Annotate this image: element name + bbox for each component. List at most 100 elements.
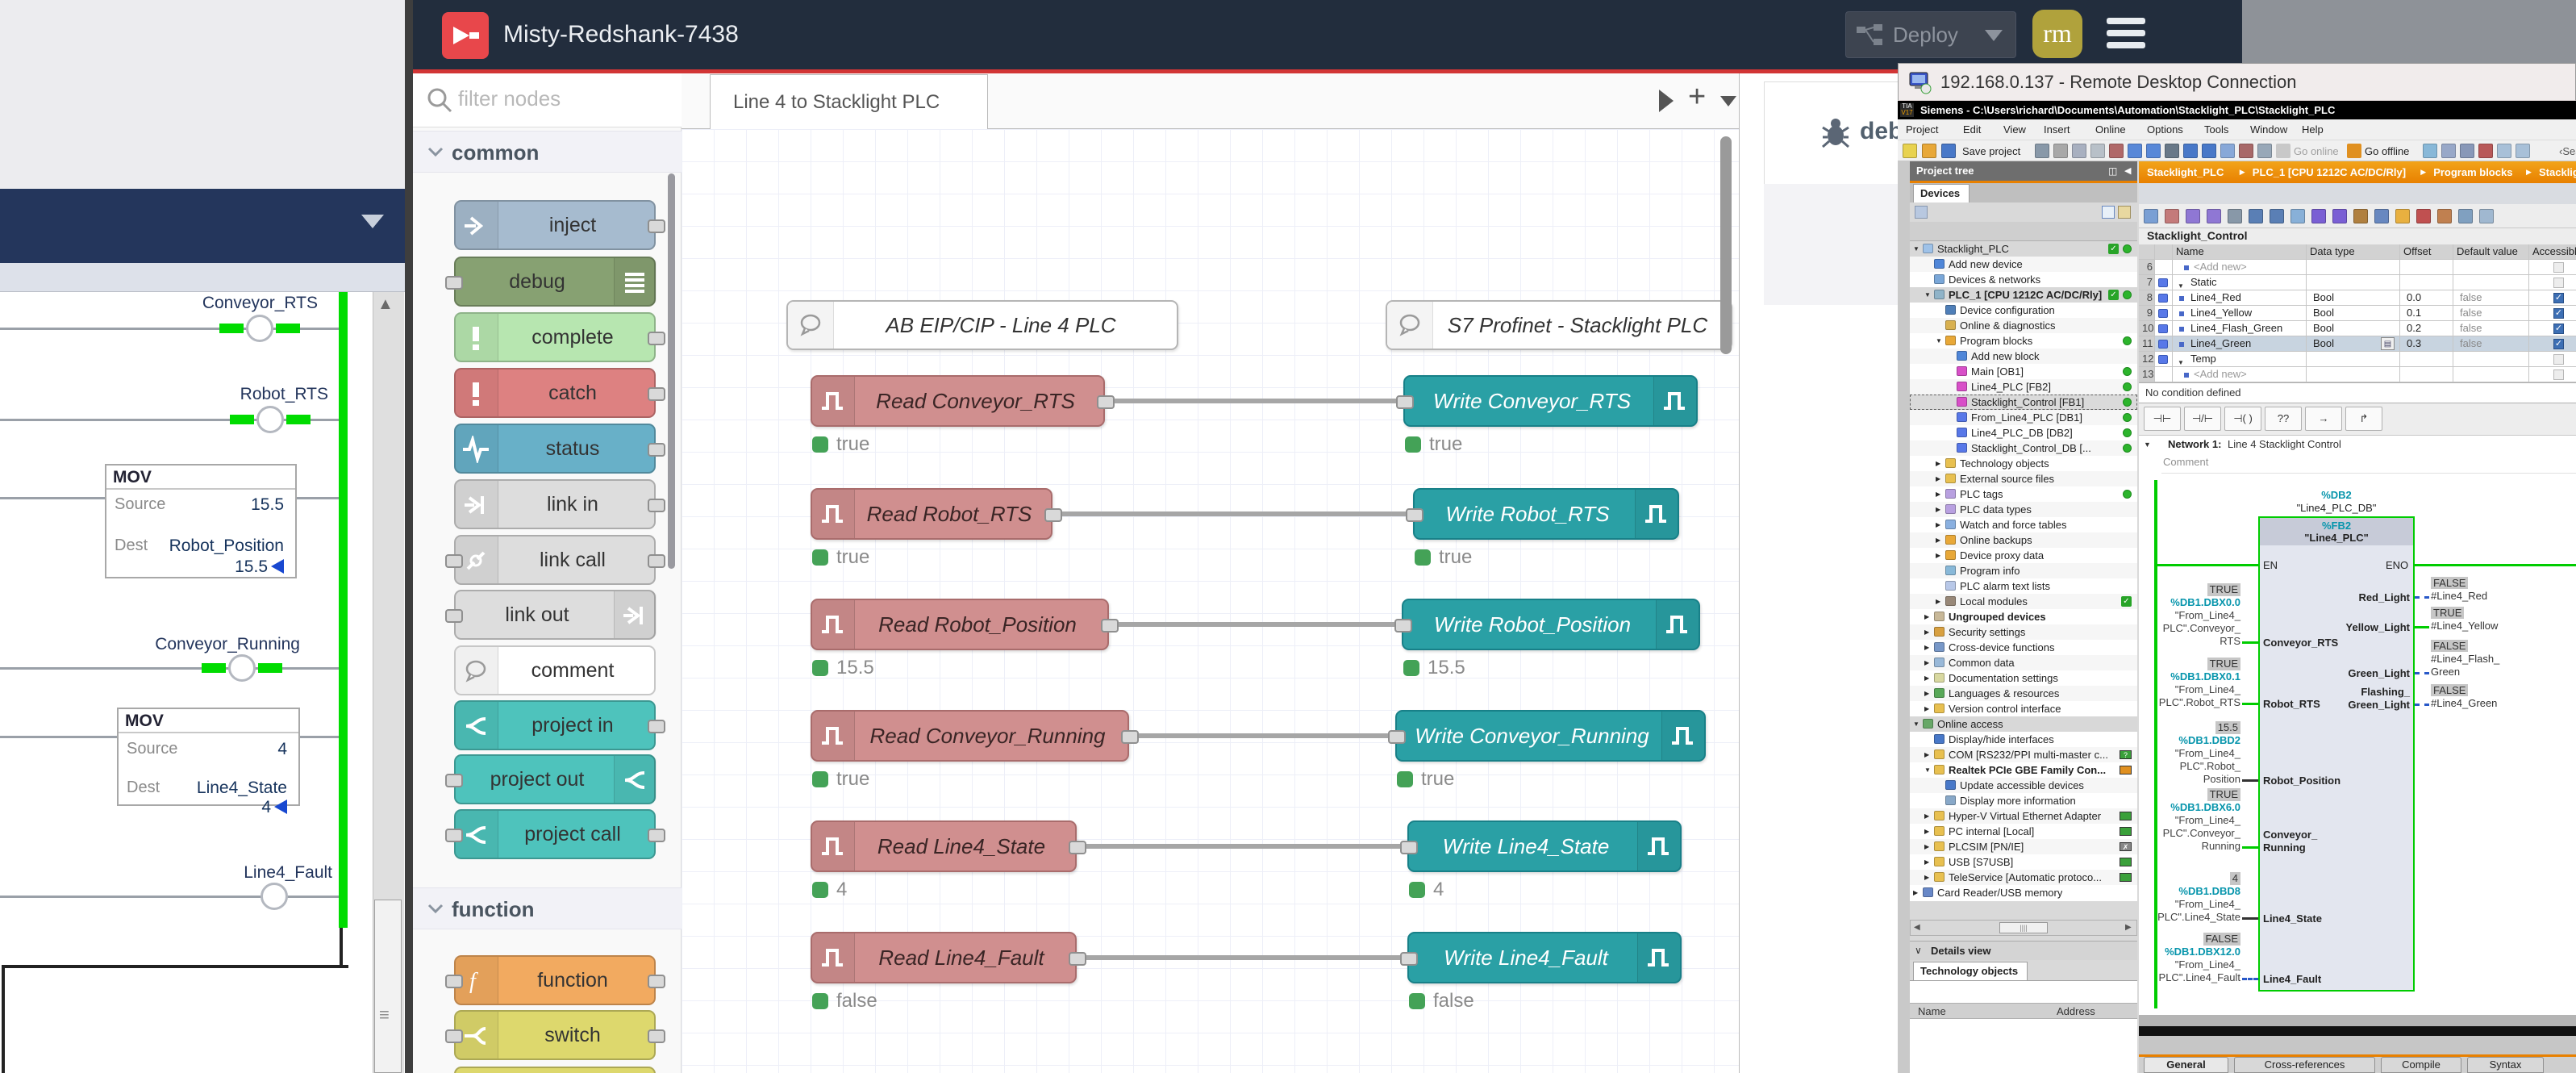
node-input-port[interactable] <box>1388 730 1406 744</box>
write-node[interactable]: Write Conveyor_Running <box>1395 710 1706 762</box>
reset-start-icon[interactable] <box>2353 209 2368 223</box>
node-output-port[interactable] <box>1121 730 1139 744</box>
scroll-right-icon[interactable]: ▶ <box>2125 923 2132 932</box>
inspector-tab-syntax[interactable]: Syntax <box>2467 1057 2544 1073</box>
lad-button-0[interactable]: ⊣⊢ <box>2144 407 2181 431</box>
tree-item[interactable]: ▼Stacklight_PLC✓ <box>1910 241 2137 257</box>
menu-icon[interactable] <box>2107 18 2145 55</box>
close-all-icon[interactable] <box>2478 144 2493 158</box>
scroll-left-icon[interactable]: ◀ <box>1914 923 1920 932</box>
go-offline-label[interactable]: Go offline <box>2365 145 2409 157</box>
lad-button-5[interactable]: ↱ <box>2345 407 2382 431</box>
user-avatar[interactable]: rm <box>2032 10 2082 58</box>
output-coil[interactable] <box>246 315 273 342</box>
node-output-port[interactable] <box>1069 841 1086 854</box>
palette-node-switch[interactable]: switch <box>454 1010 656 1060</box>
tag-table-row[interactable]: 13<Add new> <box>2139 367 2576 382</box>
node-input-port[interactable] <box>445 975 463 988</box>
menu-item-insert[interactable]: Insert <box>2044 123 2070 136</box>
compile-icon[interactable] <box>2165 144 2179 158</box>
breadcrumb-item[interactable]: PLC_1 [CPU 1212C AC/DC/Rly] <box>2253 166 2406 178</box>
menu-item-view[interactable]: View <box>2003 123 2026 136</box>
undo-icon[interactable] <box>2128 144 2142 158</box>
tree-item[interactable]: ▶External source files <box>1910 471 2137 486</box>
palette-node-project in[interactable]: project in <box>454 700 656 750</box>
palette-node-partial[interactable] <box>454 1067 656 1073</box>
copy-snapshot-icon[interactable] <box>2270 209 2284 223</box>
download-db-icon[interactable] <box>2311 209 2326 223</box>
read-node[interactable]: Read Line4_Fault <box>811 932 1077 983</box>
download-icon[interactable] <box>2183 144 2198 158</box>
palette-node-function[interactable]: ffunction <box>454 955 656 1005</box>
node-output-port[interactable] <box>1101 619 1119 633</box>
node-input-port[interactable] <box>1396 395 1414 409</box>
menu-item-project[interactable]: Project <box>1906 123 1938 136</box>
node-input-port[interactable] <box>1406 508 1423 522</box>
inspector-tab-cross-references[interactable]: Cross-references <box>2234 1057 2375 1073</box>
insert-row-icon[interactable] <box>2186 209 2200 223</box>
menu-item-window[interactable]: Window <box>2250 123 2287 136</box>
menu-item-edit[interactable]: Edit <box>1963 123 1981 136</box>
tag-table-row[interactable]: 6<Add new> <box>2139 260 2576 275</box>
tree-item[interactable]: Stacklight_Control [FB1] <box>1910 395 2137 410</box>
paste-icon[interactable] <box>2090 144 2105 158</box>
inspector-tab-compile[interactable]: Compile <box>2381 1057 2461 1073</box>
node-output-port[interactable] <box>648 975 665 988</box>
menu-item-help[interactable]: Help <box>2302 123 2324 136</box>
tab-technology-objects[interactable]: Technology objects <box>1913 962 2028 980</box>
read-node[interactable]: Read Robot_RTS <box>811 488 1052 540</box>
rt-icon[interactable] <box>2257 144 2272 158</box>
read-node[interactable]: Read Robot_Position <box>811 599 1109 650</box>
canvas-scrollbar[interactable] <box>1720 136 1732 354</box>
breadcrumb-item[interactable]: Stacklight_Co <box>2539 166 2576 178</box>
comment-node[interactable]: S7 Profinet - Stacklight PLC <box>1386 300 1732 350</box>
node-output-port[interactable] <box>648 499 665 512</box>
palette-node-complete[interactable]: complete <box>454 312 656 362</box>
keep-values-icon[interactable] <box>2228 209 2242 223</box>
accessible-checkbox[interactable]: ✓ <box>2553 324 2564 334</box>
tag-table-row[interactable]: 11Line4_GreenBool▤0.3false✓ <box>2139 336 2576 352</box>
modify-icon[interactable] <box>2437 209 2452 223</box>
accessible-checkbox[interactable]: ✓ <box>2553 308 2564 319</box>
lad-button-1[interactable]: ⊣/⊢ <box>2184 407 2221 431</box>
read-node[interactable]: Read Conveyor_RTS <box>811 375 1105 427</box>
delete-icon[interactable] <box>2109 144 2124 158</box>
add-tab-icon[interactable]: + <box>1688 80 1706 115</box>
window-split-icon[interactable] <box>2441 144 2456 158</box>
inspector-tab-general[interactable]: General <box>2144 1057 2228 1073</box>
palette-search[interactable]: filter nodes <box>413 73 682 127</box>
node-input-port[interactable] <box>445 774 463 787</box>
col-header-name[interactable]: Name <box>2173 244 2307 260</box>
node-output-port[interactable] <box>648 443 665 457</box>
node-input-port[interactable] <box>445 554 463 568</box>
accessible-checkbox[interactable] <box>2553 278 2564 288</box>
palette-node-status[interactable]: status <box>454 424 656 474</box>
write-node[interactable]: Write Robot_Position <box>1402 599 1700 650</box>
col-header-data-type[interactable]: Data type <box>2307 244 2400 260</box>
node-output-port[interactable] <box>648 554 665 568</box>
network-comment[interactable]: Comment <box>2163 456 2208 468</box>
tree-item[interactable]: Line4_PLC [FB2] <box>1910 379 2137 395</box>
tree-item[interactable]: ▶PLC tags <box>1910 486 2137 502</box>
pin-panel-icon[interactable]: ◫ <box>2108 165 2117 177</box>
tree-item[interactable]: Devices & networks <box>1910 272 2137 287</box>
monitor-icon[interactable] <box>2416 209 2431 223</box>
tree-h-thumb[interactable]: |||| <box>1999 922 2048 933</box>
new-project-icon[interactable] <box>1903 144 1917 158</box>
breadcrumb-item[interactable]: Program blocks <box>2433 166 2512 178</box>
cut-icon[interactable] <box>2053 144 2068 158</box>
palette-node-project out[interactable]: project out <box>454 754 656 804</box>
tab-menu-caret-icon[interactable] <box>1720 96 1736 106</box>
go-offline-icon[interactable] <box>2347 144 2361 158</box>
node-input-port[interactable] <box>1394 619 1412 633</box>
palette-node-link in[interactable]: link in <box>454 479 656 529</box>
comment-node[interactable]: AB EIP/CIP - Line 4 PLC <box>786 300 1178 350</box>
tree-item[interactable]: ▶Online backups <box>1910 532 2137 548</box>
tab-devices[interactable]: Devices <box>1913 184 1970 202</box>
accessible-checkbox[interactable]: ✓ <box>2553 293 2564 303</box>
node-output-port[interactable] <box>648 219 665 233</box>
tag-table-row[interactable]: 9Line4_YellowBool0.1false✓ <box>2139 306 2576 321</box>
read-node[interactable]: Read Line4_State <box>811 820 1077 872</box>
read-node[interactable]: Read Conveyor_Running <box>811 710 1129 762</box>
node-output-port[interactable] <box>1097 395 1115 409</box>
